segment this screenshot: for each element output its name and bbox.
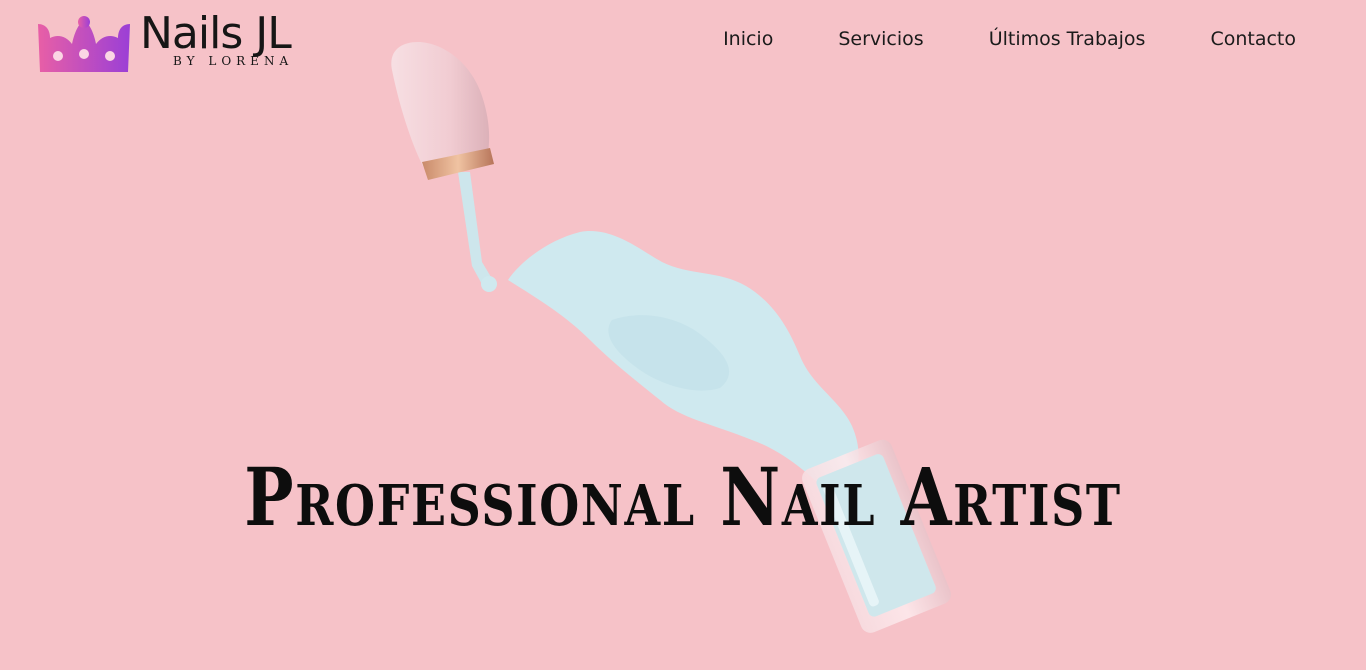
brand-logo[interactable]: Nails JL BY LORENA: [38, 8, 338, 74]
hero-section: [0, 0, 1366, 670]
nav-link-inicio[interactable]: Inicio: [723, 24, 773, 54]
nav-link-servicios[interactable]: Servicios: [838, 24, 923, 54]
site-header: Nails JL BY LORENA Inicio Servicios Últi…: [0, 0, 1366, 80]
hero-headline: Professional Nail Artist: [244, 449, 1122, 544]
nav-link-ultimos-trabajos[interactable]: Últimos Trabajos: [989, 24, 1146, 54]
crown-icon: [38, 16, 130, 72]
brand-tagline: BY LORENA: [173, 54, 294, 68]
nail-polish-illustration: [391, 42, 951, 633]
brand-name: Nails JL: [140, 8, 292, 59]
main-nav: Inicio Servicios Últimos Trabajos Contac…: [723, 24, 1296, 54]
nav-link-contacto[interactable]: Contacto: [1210, 24, 1296, 54]
